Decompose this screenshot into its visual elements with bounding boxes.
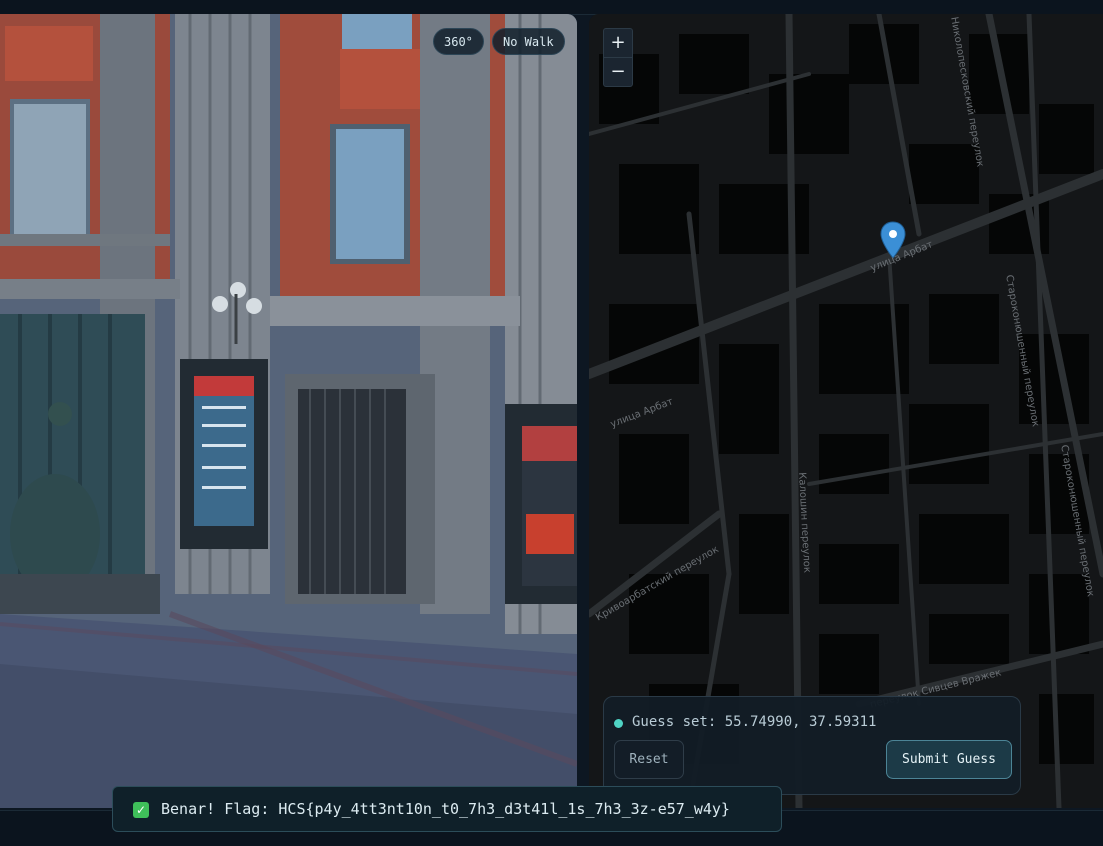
street-view-image bbox=[0, 14, 577, 808]
reset-button[interactable]: Reset bbox=[614, 740, 684, 779]
toast-message: Benar! Flag: HCS{p4y_4tt3nt10n_t0_7h3_d3… bbox=[161, 800, 730, 818]
zoom-controls: + − bbox=[603, 28, 633, 87]
guess-status-text: Guess set: 55.74990, 37.59311 bbox=[632, 714, 877, 730]
submit-guess-button[interactable]: Submit Guess bbox=[886, 740, 1012, 779]
zoom-in-button[interactable]: + bbox=[604, 29, 632, 57]
guess-panel: Guess set: 55.74990, 37.59311 Reset Subm… bbox=[603, 696, 1021, 795]
zoom-out-button[interactable]: − bbox=[604, 57, 632, 86]
guess-map[interactable]: улица Арбат улица Арбат Калошин переулок… bbox=[589, 14, 1103, 808]
no-walk-toggle-button[interactable]: No Walk bbox=[492, 28, 565, 55]
check-icon: ✓ bbox=[133, 802, 149, 818]
map-tiles bbox=[589, 14, 1103, 808]
360-toggle-button[interactable]: 360° bbox=[433, 28, 484, 55]
street-view-panel[interactable]: 360° No Walk bbox=[0, 14, 577, 808]
status-dot-icon bbox=[614, 719, 623, 728]
result-toast: ✓ Benar! Flag: HCS{p4y_4tt3nt10n_t0_7h3_… bbox=[112, 786, 782, 832]
top-bar bbox=[0, 0, 1103, 15]
